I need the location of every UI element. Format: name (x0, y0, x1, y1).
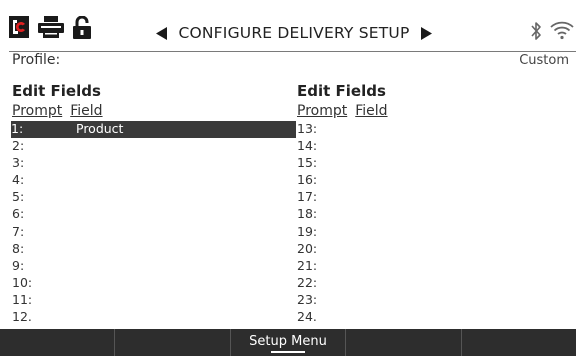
prompt-number: 20: (297, 240, 318, 256)
arrow-left-icon[interactable] (156, 26, 167, 40)
edit-fields-column-right: Edit Fields Prompt Field 13: 14: 15: 16: 17: 1… (297, 82, 567, 326)
prompt-number: 19: (297, 223, 318, 239)
field-row[interactable]: 7: (12, 224, 290, 241)
field-column-header: Field (355, 103, 388, 119)
prompt-number: 14: (297, 138, 318, 154)
field-row[interactable]: 16: (297, 172, 567, 189)
prompt-number: 15: (297, 155, 318, 171)
prompt-number: 9: (12, 257, 25, 273)
header-bar: CONFIGURE DELIVERY SETUP (0, 0, 576, 52)
prompt-number: 23: (297, 291, 318, 307)
wifi-icon (550, 20, 574, 44)
unlocked-padlock-icon[interactable] (72, 15, 92, 43)
field-row[interactable]: 10: (12, 275, 290, 292)
edit-fields-column-left: Edit Fields Prompt Field 1: Product 2: 3: 4: 5… (11, 82, 296, 326)
prompt-number: 8: (12, 240, 25, 256)
prompt-column-header: Prompt (297, 103, 348, 119)
field-row[interactable]: 12. (12, 309, 290, 326)
column-heading: Edit Fields (297, 82, 386, 100)
column-headers: Prompt Field (12, 103, 290, 121)
setup-menu-softkey[interactable]: Setup Menu (231, 329, 347, 356)
prompt-column-header: Prompt (12, 103, 63, 119)
prompt-number: 7: (12, 223, 25, 239)
field-row[interactable]: 9: (12, 258, 290, 275)
prompt-number: 10: (12, 274, 33, 290)
prompt-number: 22: (297, 274, 318, 290)
field-row[interactable]: 19: (297, 224, 567, 241)
field-list-left: 1: Product 2: 3: 4: 5: 6: 7: 8: 9: 10: 11: 12. (11, 121, 296, 326)
prompt-number: 12. (12, 309, 32, 325)
field-column-header: Field (70, 103, 103, 119)
field-row[interactable]: 6: (12, 206, 290, 223)
field-row[interactable]: 11: (12, 292, 290, 309)
field-row[interactable]: 23: (297, 292, 567, 309)
field-row[interactable]: 1: Product (11, 121, 296, 139)
bluetooth-icon (529, 20, 543, 46)
profile-label: Profile: (12, 52, 61, 68)
field-row[interactable]: 14: (297, 138, 567, 155)
prompt-number: 2: (12, 138, 25, 154)
field-row[interactable]: 15: (297, 155, 567, 172)
prompt-number: 1: (11, 121, 24, 136)
field-value: Product (76, 121, 124, 136)
field-row[interactable]: 17: (297, 189, 567, 206)
field-row[interactable]: 5: (12, 189, 290, 206)
prompt-number: 5: (12, 189, 25, 205)
profile-value[interactable]: Custom (519, 53, 569, 68)
prompt-number: 3: (12, 155, 25, 171)
softkey-label: Setup Menu (249, 334, 327, 349)
softkey-4[interactable] (346, 329, 462, 356)
prompt-number: 17: (297, 189, 318, 205)
prompt-number: 6: (12, 206, 25, 222)
field-row[interactable]: 22: (297, 275, 567, 292)
printer-icon[interactable] (38, 16, 64, 42)
field-row[interactable]: 13: (297, 121, 567, 138)
column-headers: Prompt Field (297, 103, 567, 121)
field-row[interactable]: 3: (12, 155, 290, 172)
softkey-5[interactable] (462, 329, 576, 356)
field-row[interactable]: 20: (297, 241, 567, 258)
prompt-number: 18: (297, 206, 318, 222)
column-heading: Edit Fields (12, 82, 101, 100)
prompt-number: 21: (297, 257, 318, 273)
screen-title: CONFIGURE DELIVERY SETUP (178, 24, 410, 42)
prompt-number: 13: (297, 121, 318, 136)
softkey-bar: Setup Menu (0, 329, 576, 356)
field-row[interactable]: 24. (297, 309, 567, 326)
screen-title-nav: CONFIGURE DELIVERY SETUP (156, 22, 432, 44)
field-row[interactable]: 2: (12, 138, 290, 155)
field-row[interactable]: 4: (12, 172, 290, 189)
logo-icon (9, 16, 29, 42)
field-row[interactable]: 21: (297, 258, 567, 275)
prompt-number: 11: (12, 291, 33, 307)
softkey-2[interactable] (115, 329, 231, 356)
prompt-number: 4: (12, 172, 25, 188)
field-list-right: 13: 14: 15: 16: 17: 18: 19: 20: 21: 22: 23: 24. (297, 121, 567, 326)
softkey-active-indicator (271, 351, 306, 353)
header-divider (9, 51, 576, 52)
prompt-number: 16: (297, 172, 318, 188)
field-row[interactable]: 8: (12, 241, 290, 258)
field-row[interactable]: 18: (297, 206, 567, 223)
softkey-1[interactable] (0, 329, 116, 356)
arrow-right-icon[interactable] (421, 26, 432, 40)
prompt-number: 24. (297, 309, 317, 325)
